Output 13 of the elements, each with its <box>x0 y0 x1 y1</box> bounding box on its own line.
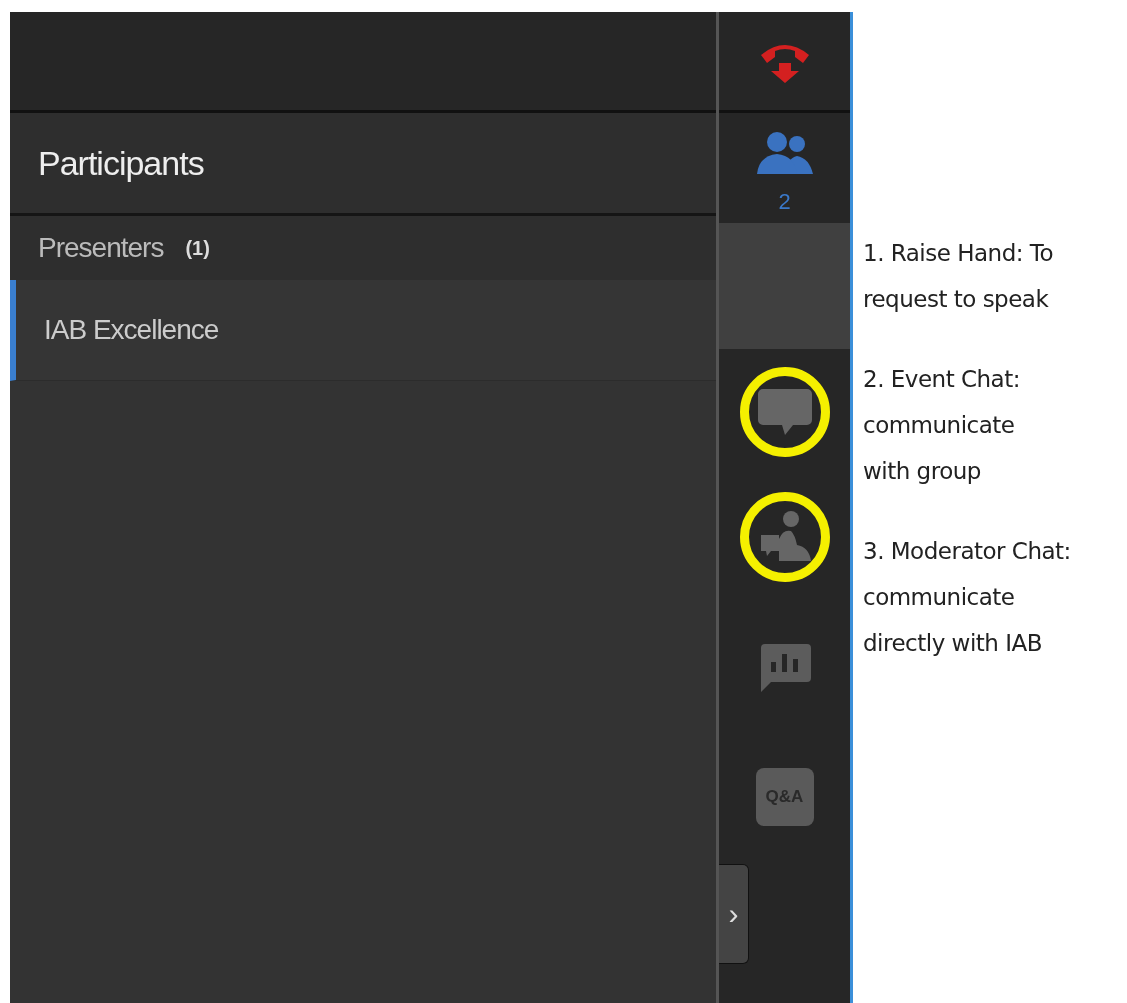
panel-title: Participants <box>38 143 204 183</box>
group-count: (1) <box>185 236 210 260</box>
participant-count: 2 <box>778 189 791 215</box>
collapse-tab[interactable]: › <box>719 864 749 964</box>
group-label: Presenters <box>38 232 164 264</box>
annotation-text: 3. Moderator Chat: communicate directly with IAB <box>863 537 1072 658</box>
annotation-text: 1. Raise Hand: To request to speak <box>863 239 1054 314</box>
participant-row[interactable]: IAB Excellence <box>10 280 716 381</box>
event-chat-button[interactable] <box>739 366 830 457</box>
annotation-text: 2. Event Chat: communicate with group <box>863 365 1021 486</box>
moderator-chat-button[interactable] <box>739 491 830 582</box>
participant-name: IAB Excellence <box>44 314 219 346</box>
speech-bubble-icon <box>756 386 813 437</box>
